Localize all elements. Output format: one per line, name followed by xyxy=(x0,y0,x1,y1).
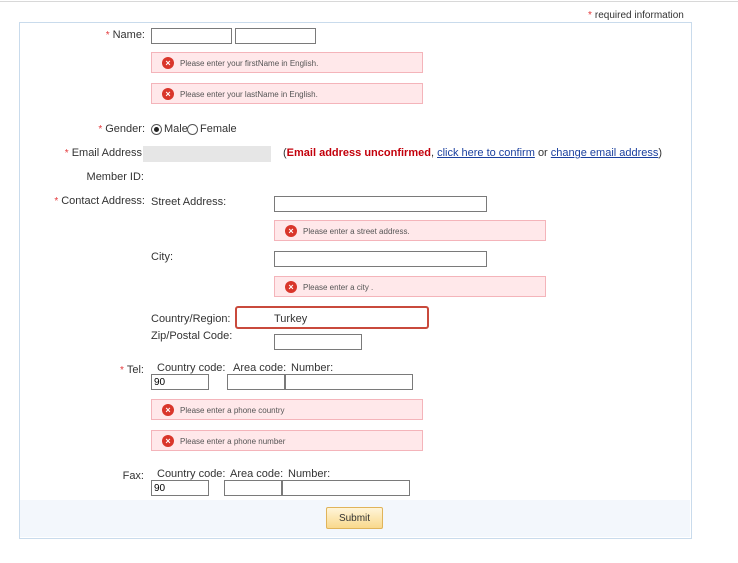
error-icon: × xyxy=(285,281,297,293)
zip-postal-code-input[interactable] xyxy=(274,334,362,350)
error-icon: × xyxy=(162,435,174,447)
error-message: Please enter your firstName in English. xyxy=(180,59,319,68)
tel-area-code-input[interactable] xyxy=(227,374,285,390)
confirm-email-link[interactable]: click here to confirm xyxy=(437,147,535,159)
city-label: City: xyxy=(151,251,173,263)
required-star: * xyxy=(105,30,110,41)
change-email-link[interactable]: change email address xyxy=(551,147,659,159)
city-error: × Please enter a city . xyxy=(274,276,546,297)
tel-number-input[interactable] xyxy=(285,374,413,390)
zip-postal-code-label: Zip/Postal Code: xyxy=(151,330,233,342)
tel-country-code-label: Country code: xyxy=(157,362,226,374)
fax-country-code-input[interactable] xyxy=(151,480,209,496)
street-address-error: × Please enter a street address. xyxy=(274,220,546,241)
required-star: * xyxy=(98,124,103,135)
country-region-value[interactable]: Turkey xyxy=(274,313,307,325)
required-star: * xyxy=(54,196,59,207)
city-input[interactable] xyxy=(274,251,487,267)
last-name-error: × Please enter your lastName in English. xyxy=(151,83,423,104)
required-star: * xyxy=(64,148,69,159)
required-star: * xyxy=(588,10,592,21)
gender-label: * Gender: xyxy=(98,123,145,135)
error-message: Please enter a phone country xyxy=(180,406,285,415)
error-message: Please enter a city . xyxy=(303,283,374,292)
tel-label: * Tel: xyxy=(119,364,144,376)
tel-country-error: × Please enter a phone country xyxy=(151,399,423,420)
error-icon: × xyxy=(162,88,174,100)
error-icon: × xyxy=(162,57,174,69)
member-id-label: Member ID: xyxy=(86,171,144,183)
last-name-input[interactable] xyxy=(235,28,316,44)
error-icon: × xyxy=(285,225,297,237)
fax-area-code-label: Area code: xyxy=(230,468,284,480)
email-value-redacted xyxy=(143,146,271,162)
gender-male-label: Male xyxy=(164,123,188,135)
name-label: * Name: xyxy=(105,29,145,41)
required-star: * xyxy=(119,365,124,376)
required-information-text: required information xyxy=(594,10,684,21)
required-information-note: * required information xyxy=(588,10,684,21)
street-address-label: Street Address: xyxy=(151,196,227,208)
submit-button[interactable]: Submit xyxy=(326,507,383,529)
fax-country-code-label: Country code: xyxy=(157,468,226,480)
gender-female-radio[interactable] xyxy=(187,124,198,135)
contact-address-label: * Contact Address: xyxy=(54,195,145,207)
street-address-input[interactable] xyxy=(274,196,487,212)
error-message: Please enter your lastName in English. xyxy=(180,90,318,99)
error-message: Please enter a phone number xyxy=(180,437,286,446)
first-name-error: × Please enter your firstName in English… xyxy=(151,52,423,73)
top-divider xyxy=(0,1,738,2)
country-region-highlight xyxy=(235,306,429,329)
email-unconfirmed-text: Email address unconfirmed xyxy=(286,147,431,159)
fax-label: Fax: xyxy=(122,470,144,482)
tel-number-error: × Please enter a phone number xyxy=(151,430,423,451)
tel-number-label: Number: xyxy=(291,362,334,374)
first-name-input[interactable] xyxy=(151,28,232,44)
fax-area-code-input[interactable] xyxy=(224,480,282,496)
error-message: Please enter a street address. xyxy=(303,227,410,236)
tel-area-code-label: Area code: xyxy=(233,362,287,374)
gender-female-label: Female xyxy=(200,123,237,135)
tel-country-code-input[interactable] xyxy=(151,374,209,390)
error-icon: × xyxy=(162,404,174,416)
fax-number-input[interactable] xyxy=(282,480,410,496)
email-label: * Email Address xyxy=(64,147,142,159)
gender-male-radio[interactable] xyxy=(151,124,162,135)
email-status: (Email address unconfirmed, click here t… xyxy=(283,147,663,159)
country-region-label: Country/Region: xyxy=(151,313,231,325)
fax-number-label: Number: xyxy=(288,468,331,480)
